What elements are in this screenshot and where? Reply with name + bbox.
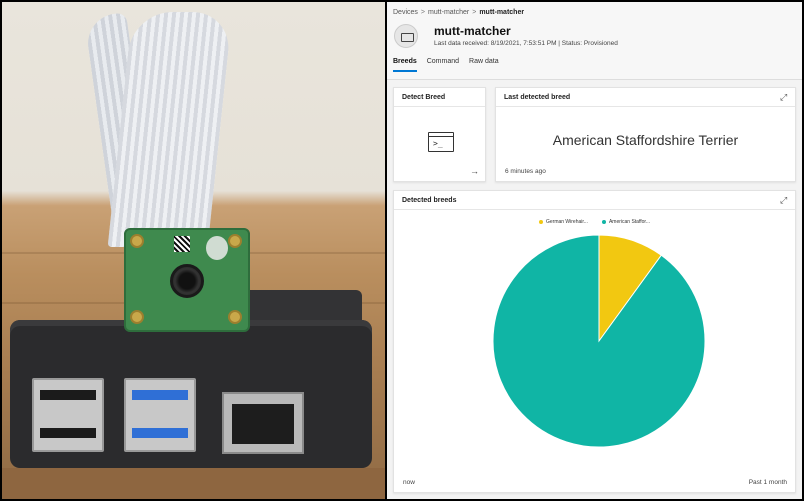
card-divider [394, 106, 485, 107]
last-breed-card: Last detected breed ⤢ American Staffords… [495, 87, 796, 182]
arrow-right-icon[interactable]: → [470, 166, 479, 176]
camera-module [124, 228, 250, 332]
device-header: Devices > mutt-matcher > mutt-matcher mu… [387, 2, 802, 80]
mount-hole [130, 310, 144, 324]
chart-range-end[interactable]: Past 1 month [749, 479, 787, 486]
header-divider [387, 79, 802, 80]
ethernet-port [222, 392, 304, 454]
page-title: mutt-matcher [434, 24, 511, 38]
terminal-titlebar [429, 136, 453, 137]
last-breed-value: American Staffordshire Terrier [552, 132, 739, 148]
expand-icon[interactable]: ⤢ [780, 93, 789, 102]
card-title: Detect Breed [402, 94, 446, 101]
card-divider [496, 106, 795, 107]
raspberry-logo-icon [206, 236, 228, 260]
breadcrumb-devices[interactable]: Devices [393, 9, 418, 16]
qr-code-icon [174, 236, 190, 252]
usb-slot [40, 428, 96, 438]
tab-breeds[interactable]: Breeds [393, 58, 417, 72]
mount-hole [228, 234, 242, 248]
breadcrumb-separator: > [472, 9, 477, 16]
mount-hole [130, 234, 144, 248]
breadcrumb-device: mutt-matcher [479, 9, 525, 16]
breadcrumb: Devices > mutt-matcher > mutt-matcher [393, 9, 524, 16]
terminal-prompt: >_ [433, 139, 443, 148]
table-surface [2, 468, 385, 499]
tab-bar: Breeds Command Raw data [393, 58, 499, 72]
usb3-slot [132, 390, 188, 400]
device-status: Last data received: 8/19/2021, 7:53:51 P… [434, 40, 618, 47]
chart-range-start: now [403, 479, 415, 486]
device-icon [394, 24, 418, 48]
tab-raw-data[interactable]: Raw data [469, 58, 499, 72]
pie-chart [492, 234, 706, 448]
tab-command[interactable]: Command [427, 58, 459, 72]
detect-breed-card[interactable]: Detect Breed >_ → [393, 87, 486, 182]
usb3-port [124, 378, 196, 452]
terminal-icon[interactable]: >_ [428, 132, 454, 152]
ethernet-jack [232, 404, 294, 444]
pie-slice[interactable] [492, 234, 706, 448]
usb-port [32, 378, 104, 452]
breadcrumb-template[interactable]: mutt-matcher [428, 9, 469, 16]
last-breed-time: 6 minutes ago [505, 168, 546, 175]
pi-case [10, 320, 372, 468]
camera-lens [170, 264, 204, 298]
detected-breeds-card: Detected breeds ⤢ German Wirehair... Amer… [393, 190, 796, 493]
usb3-slot [132, 428, 188, 438]
mount-hole [228, 310, 242, 324]
usb-slot [40, 390, 96, 400]
device-dashboard: Devices > mutt-matcher > mutt-matcher mu… [387, 2, 802, 499]
device-photo [2, 2, 385, 499]
breadcrumb-separator: > [420, 9, 425, 16]
card-title: Last detected breed [504, 94, 571, 101]
